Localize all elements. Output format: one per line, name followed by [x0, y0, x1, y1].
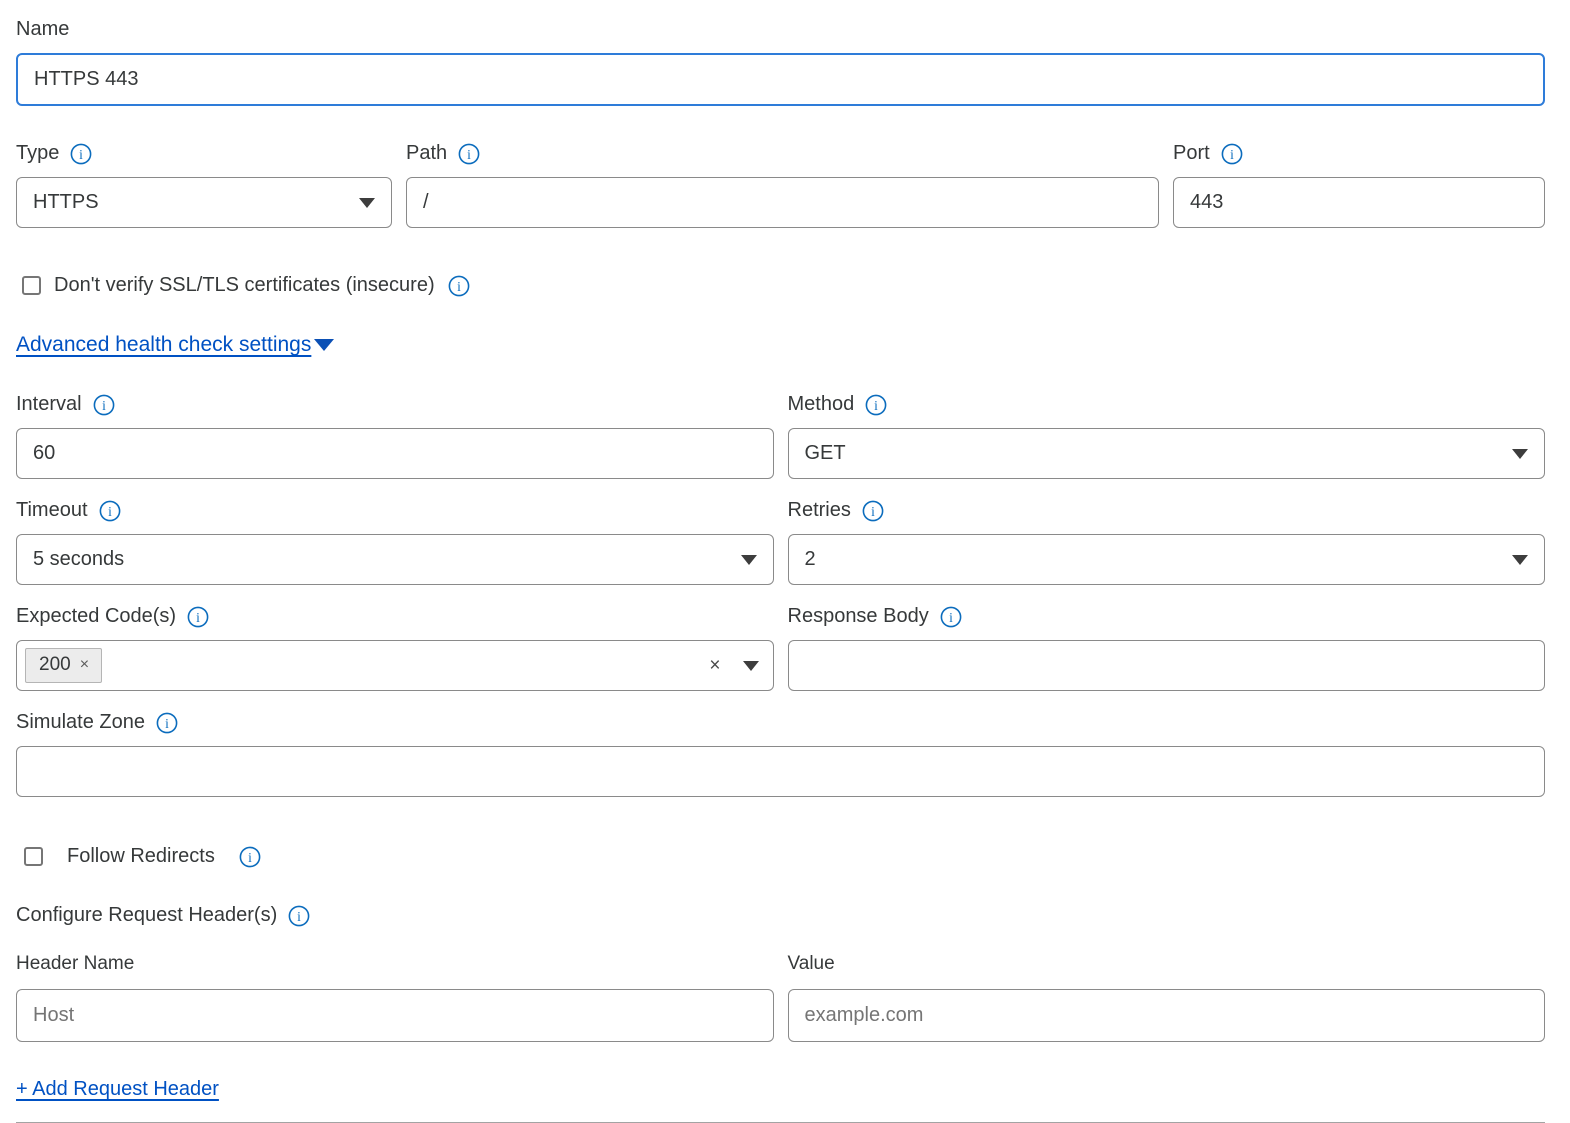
expected-codes-multiselect[interactable]: 200 × ×: [16, 640, 774, 691]
port-label: Port: [1173, 142, 1210, 165]
path-field-group: Path i: [406, 142, 1159, 228]
timeout-label: Timeout: [16, 499, 88, 522]
svg-text:i: i: [1230, 147, 1234, 162]
path-input[interactable]: [406, 177, 1159, 228]
expected-code-tag-value: 200: [39, 654, 71, 676]
retries-label: Retries: [788, 499, 851, 522]
info-icon[interactable]: i: [448, 275, 470, 297]
chevron-down-icon: [741, 555, 757, 565]
add-request-header-row: + Add Request Header: [16, 1078, 1545, 1101]
name-label: Name: [16, 18, 69, 41]
timeout-field-group: Timeout i 5 seconds: [16, 499, 774, 585]
chevron-down-icon: [359, 198, 375, 208]
info-icon[interactable]: i: [865, 394, 887, 416]
advanced-settings-row: Advanced health check settings: [16, 333, 1545, 357]
header-value-field-group: Value: [788, 953, 1546, 1042]
simulate-zone-label: Simulate Zone: [16, 711, 145, 734]
info-icon[interactable]: i: [1221, 143, 1243, 165]
configure-headers-section-label: Configure Request Header(s) i: [16, 904, 1545, 927]
add-request-header-link-label: + Add Request Header: [16, 1078, 219, 1101]
type-label: Type: [16, 142, 59, 165]
info-icon[interactable]: i: [288, 905, 310, 927]
response-body-label: Response Body: [788, 605, 929, 628]
path-label: Path: [406, 142, 447, 165]
chevron-down-icon: [1512, 555, 1528, 565]
type-field-group: Type i HTTPS: [16, 142, 392, 228]
request-header-row: Header Name Value: [16, 953, 1545, 1042]
svg-text:i: i: [871, 504, 875, 519]
svg-text:i: i: [196, 610, 200, 625]
expected-codes-label: Expected Code(s): [16, 605, 176, 628]
svg-text:i: i: [297, 909, 301, 924]
svg-text:i: i: [165, 716, 169, 731]
response-body-input[interactable]: [788, 640, 1546, 691]
method-select[interactable]: GET: [788, 428, 1546, 479]
info-icon[interactable]: i: [862, 500, 884, 522]
header-name-input[interactable]: [16, 989, 774, 1042]
type-select[interactable]: HTTPS: [16, 177, 392, 228]
verify-ssl-row: Don't verify SSL/TLS certificates (insec…: [22, 274, 1545, 297]
timeout-select[interactable]: 5 seconds: [16, 534, 774, 585]
chevron-down-icon[interactable]: [743, 661, 759, 671]
verify-ssl-label: Don't verify SSL/TLS certificates (insec…: [54, 274, 435, 297]
info-icon[interactable]: i: [70, 143, 92, 165]
chevron-down-icon: [314, 339, 334, 351]
info-icon[interactable]: i: [99, 500, 121, 522]
timeout-select-value: 5 seconds: [33, 548, 124, 571]
follow-redirects-row: Follow Redirects i: [24, 845, 1545, 868]
type-select-value: HTTPS: [33, 191, 99, 214]
header-value-label: Value: [788, 953, 835, 975]
follow-redirects-label: Follow Redirects: [67, 845, 215, 868]
svg-text:i: i: [457, 279, 461, 294]
type-path-port-row: Type i HTTPS Path i Port i: [16, 142, 1545, 228]
codes-responsebody-row: Expected Code(s) i 200 × × Response Body…: [16, 605, 1545, 691]
simulate-zone-input[interactable]: [16, 746, 1545, 797]
verify-ssl-checkbox[interactable]: [22, 276, 41, 295]
retries-field-group: Retries i 2: [788, 499, 1546, 585]
configure-headers-label: Configure Request Header(s): [16, 904, 277, 927]
svg-text:i: i: [108, 504, 112, 519]
add-request-header-link[interactable]: + Add Request Header: [16, 1078, 219, 1101]
interval-label: Interval: [16, 393, 82, 416]
expected-code-tag: 200 ×: [25, 648, 102, 683]
port-field-group: Port i: [1173, 142, 1545, 228]
follow-redirects-checkbox[interactable]: [24, 847, 43, 866]
info-icon[interactable]: i: [187, 606, 209, 628]
name-input[interactable]: [16, 53, 1545, 106]
interval-field-group: Interval i: [16, 393, 774, 479]
svg-text:i: i: [102, 398, 106, 413]
name-field-group: Name: [16, 18, 1545, 106]
expected-codes-field-group: Expected Code(s) i 200 × ×: [16, 605, 774, 691]
method-label: Method: [788, 393, 855, 416]
method-select-value: GET: [805, 442, 846, 465]
header-name-label: Header Name: [16, 953, 134, 975]
timeout-retries-row: Timeout i 5 seconds Retries i 2: [16, 499, 1545, 585]
svg-text:i: i: [874, 398, 878, 413]
svg-text:i: i: [79, 147, 83, 162]
response-body-field-group: Response Body i: [788, 605, 1546, 691]
info-icon[interactable]: i: [93, 394, 115, 416]
info-icon[interactable]: i: [458, 143, 480, 165]
advanced-settings-link[interactable]: Advanced health check settings: [16, 333, 334, 357]
advanced-settings-link-label: Advanced health check settings: [16, 333, 311, 357]
info-icon[interactable]: i: [940, 606, 962, 628]
chevron-down-icon: [1512, 449, 1528, 459]
simulate-zone-field-group: Simulate Zone i: [16, 711, 1545, 797]
clear-all-icon[interactable]: ×: [709, 656, 720, 675]
method-field-group: Method i GET: [788, 393, 1546, 479]
port-input[interactable]: [1173, 177, 1545, 228]
svg-text:i: i: [467, 147, 471, 162]
remove-tag-icon[interactable]: ×: [80, 657, 89, 673]
retries-select[interactable]: 2: [788, 534, 1546, 585]
interval-input[interactable]: [16, 428, 774, 479]
header-name-field-group: Header Name: [16, 953, 774, 1042]
svg-text:i: i: [949, 610, 953, 625]
interval-method-row: Interval i Method i GET: [16, 393, 1545, 479]
retries-select-value: 2: [805, 548, 816, 571]
svg-text:i: i: [248, 850, 252, 865]
info-icon[interactable]: i: [239, 846, 261, 868]
info-icon[interactable]: i: [156, 712, 178, 734]
header-value-input[interactable]: [788, 989, 1546, 1042]
